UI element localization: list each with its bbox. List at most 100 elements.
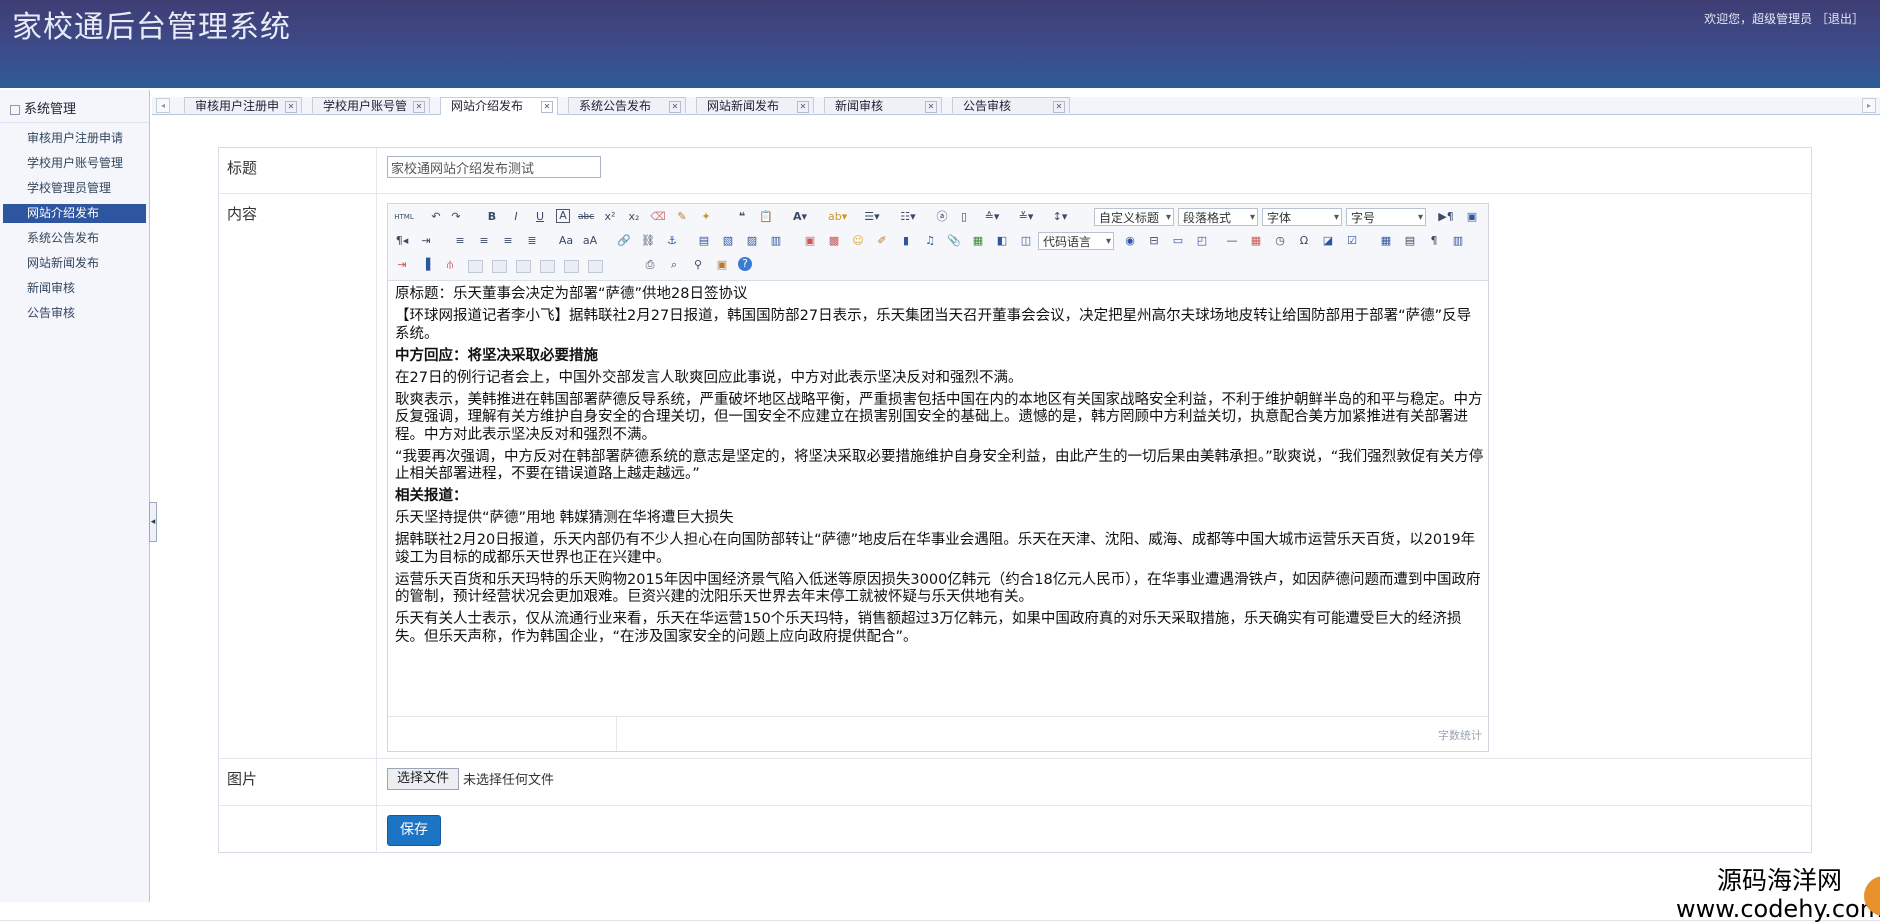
logout-link[interactable]: ［退出］ [1816,12,1864,26]
map-icon[interactable]: ▦ [970,233,986,249]
close-icon[interactable]: ✕ [925,101,937,113]
sidebar-item-school-accounts[interactable]: 学校用户账号管理 [3,154,146,173]
help-icon[interactable]: ? [738,257,752,271]
html-source-icon[interactable]: HTML [394,209,414,225]
date-icon[interactable]: ▦ [1248,233,1264,249]
sidebar-item-news-review[interactable]: 新闻审核 [3,279,146,298]
sidebar-item-site-intro[interactable]: 网站介绍发布 [3,204,146,223]
insert-code-icon[interactable]: ◰ [1194,233,1210,249]
gmap-icon[interactable]: ◧ [994,233,1010,249]
choose-file-button[interactable]: 选择文件 [387,768,459,790]
paragraph-format-select[interactable]: 段落格式 [1178,208,1258,227]
title-input[interactable] [387,156,601,178]
auto-format-icon[interactable]: ✦ [698,209,714,225]
tab-school-accounts[interactable]: 学校用户账号管 ✕ [312,97,430,113]
indent-icon[interactable]: ⇥ [418,233,434,249]
horizontal-rule-icon[interactable]: — [1224,233,1240,249]
merge-down-icon[interactable] [516,260,531,273]
bold-icon[interactable]: B [484,209,500,225]
image-right-icon[interactable]: ▨ [744,233,760,249]
insert-row-icon[interactable]: ▥ [1450,233,1466,249]
underline-icon[interactable]: U [532,209,548,225]
to-uppercase-icon[interactable]: Aa [558,233,574,249]
tab-site-news[interactable]: 网站新闻发布 ✕ [696,97,814,113]
simple-upload-icon[interactable]: ▣ [802,233,818,249]
background-color-icon[interactable]: ab▾ [828,209,847,225]
italic-icon[interactable]: I [508,209,524,225]
split-to-cols-icon[interactable] [588,260,603,273]
tab-scroll-right-icon[interactable]: ▸ [1862,98,1876,113]
editor-content[interactable]: 原标题：乐天董事会决定为部署“萨德”供地28日签协议 【环球网报道记者李小飞】据… [395,286,1485,651]
paste-plain-icon[interactable]: 📋 [758,209,774,225]
align-justify-icon[interactable]: ≣ [524,233,540,249]
blockquote-icon[interactable]: ❝ [734,209,750,225]
page-break-icon[interactable]: ◉ [1122,233,1138,249]
preview-icon[interactable]: ⌕ [666,257,682,273]
row-spacing-top-icon[interactable]: ≙▾ [984,209,1000,225]
close-icon[interactable]: ✕ [797,101,809,113]
background-icon[interactable]: ▭ [1170,233,1186,249]
format-painter-icon[interactable]: ✎ [674,209,690,225]
delete-col-icon[interactable]: ⫛ [442,257,458,273]
ordered-list-icon[interactable]: ☰▾ [864,209,880,225]
align-center-icon[interactable]: ≡ [476,233,492,249]
delete-row-icon[interactable]: ⇥ [394,257,410,273]
code-language-select[interactable]: 代码语言 [1038,232,1114,251]
scrawl-icon[interactable]: ✐ [874,233,890,249]
emotion-icon[interactable]: ☺ [850,233,866,249]
time-icon[interactable]: ◷ [1272,233,1288,249]
fullscreen-icon[interactable]: ▣ [1464,209,1480,225]
wordimage-icon[interactable]: ◪ [1320,233,1336,249]
delete-table-icon[interactable]: ▤ [1402,233,1418,249]
template-icon[interactable]: ⊟ [1146,233,1162,249]
attachment-icon[interactable]: 📎 [946,233,962,249]
search-icon[interactable]: ⚲ [690,257,706,273]
custom-title-select[interactable]: 自定义标题 [1094,208,1174,227]
insert-col-icon[interactable]: ▐ [418,257,434,273]
font-size-select[interactable]: 字号 [1346,208,1426,227]
image-left-icon[interactable]: ▧ [720,233,736,249]
print-icon[interactable]: ⎙ [642,257,658,273]
tab-system-notice[interactable]: 系统公告发布 ✕ [568,97,686,113]
subscript-icon[interactable]: x₂ [626,209,642,225]
anchor-icon[interactable]: ⚓ [664,233,680,249]
sidebar-item-school-admins[interactable]: 学校管理员管理 [3,179,146,198]
tab-news-review[interactable]: 新闻审核 ✕ [824,97,942,113]
align-left-icon[interactable]: ≡ [452,233,468,249]
clear-doc-icon[interactable]: ▯ [956,209,972,225]
font-color-icon[interactable]: A▾ [792,209,808,225]
search-replace-icon[interactable]: ☑ [1344,233,1360,249]
image-center-icon[interactable]: ▥ [768,233,784,249]
sidebar-item-system-notice[interactable]: 系统公告发布 [3,229,146,248]
line-height-icon[interactable]: ↕▾ [1052,209,1068,225]
insert-table-icon[interactable]: ▦ [1378,233,1394,249]
strikethrough-icon[interactable]: abc [578,209,594,225]
unlink-icon[interactable]: ⛓ [640,233,656,249]
merge-right-icon[interactable] [492,260,507,273]
select-all-icon[interactable]: ⓐ [934,209,950,225]
unordered-list-icon[interactable]: ☷▾ [900,209,916,225]
music-icon[interactable]: ♫ [922,233,938,249]
insert-image-icon[interactable]: ▩ [826,233,842,249]
sidebar-item-site-news[interactable]: 网站新闻发布 [3,254,146,273]
save-button[interactable]: 保存 [387,815,441,846]
close-icon[interactable]: ✕ [285,101,297,113]
close-icon[interactable]: ✕ [669,101,681,113]
image-none-icon[interactable]: ▤ [696,233,712,249]
redo-icon[interactable]: ↷ [448,209,464,225]
merge-cells-icon[interactable] [468,260,483,273]
direction-ltr-icon[interactable]: ▶¶ [1438,209,1454,225]
sidebar-section-header[interactable]: 系统管理 [0,98,149,123]
drafts-icon[interactable]: ▣ [714,257,730,273]
insert-paragraph-before-table-icon[interactable]: ¶ [1426,233,1442,249]
font-border-icon[interactable]: A [556,209,570,223]
insert-frame-icon[interactable]: ◫ [1018,233,1034,249]
tab-review-registration[interactable]: 审核用户注册申 ✕ [184,97,302,113]
sidebar-item-notice-review[interactable]: 公告审核 [3,304,146,323]
link-icon[interactable]: 🔗 [616,233,632,249]
close-icon[interactable]: ✕ [413,101,425,113]
close-icon[interactable]: ✕ [541,101,553,113]
split-to-cells-icon[interactable] [540,260,555,273]
font-family-select[interactable]: 字体 [1262,208,1342,227]
tab-site-intro[interactable]: 网站介绍发布 ✕ [440,97,558,115]
